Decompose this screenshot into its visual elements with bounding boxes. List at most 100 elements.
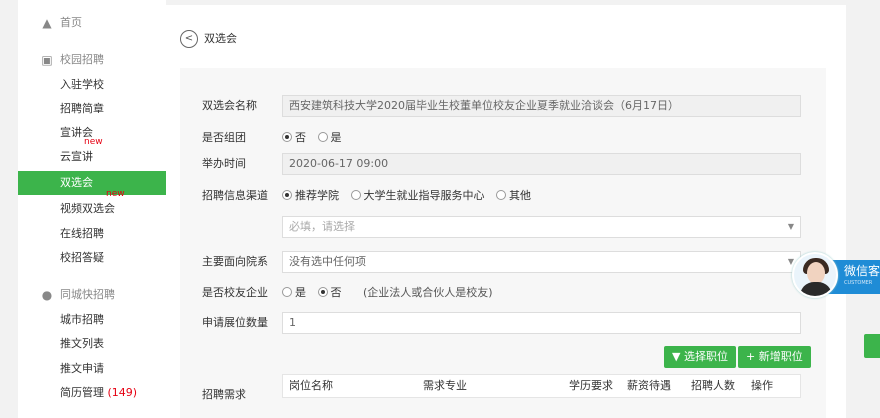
new-badge: new	[84, 137, 103, 147]
alumni-yes-option[interactable]: 是	[282, 286, 306, 299]
avatar-body	[800, 282, 832, 296]
back-button[interactable]: <	[180, 30, 198, 48]
user-icon: ●	[41, 288, 53, 302]
button-label: 新增职位	[758, 350, 803, 363]
col-actions: 操作	[751, 379, 773, 392]
sidebar-item-cloud-presentation[interactable]: 云宣讲 new	[18, 137, 166, 169]
avatar-face	[807, 262, 825, 284]
select-placeholder: 没有选中任何项	[289, 255, 366, 268]
sidebar-item-city-recruit[interactable]: 城市招聘	[18, 308, 166, 332]
time-field[interactable]: 2020-06-17 09:00	[282, 153, 801, 175]
sidebar-group-label: 校园招聘	[60, 53, 104, 66]
widget-sublabel: CUSTOMER	[844, 280, 873, 286]
radio-icon	[350, 190, 361, 200]
sidebar-item-video-fair[interactable]: 视频双选会 new	[18, 189, 166, 221]
sidebar-group-campus[interactable]: ▣ 校园招聘	[18, 48, 166, 72]
alumni-radio-group: 是 否 (企业法人或合伙人是校友)	[282, 286, 493, 300]
radio-icon	[317, 132, 328, 142]
channel-option-center[interactable]: 大学生就业指导服务中心	[350, 189, 485, 202]
sidebar-item-label: 城市招聘	[60, 313, 104, 326]
name-field[interactable]: 西安建筑科技大学2020届毕业生校董单位校友企业夏季就业洽谈会（6月17日）	[282, 95, 801, 117]
sidebar-item-qa[interactable]: 校招答疑	[18, 246, 166, 270]
option-label: 是	[330, 131, 342, 144]
group-label: 是否组团	[202, 131, 246, 144]
sidebar-item-label: 在线招聘	[60, 227, 104, 240]
option-label: 其他	[509, 189, 531, 202]
filter-icon: ▼	[672, 350, 681, 363]
sidebar-item-home[interactable]: ▲ 首页	[18, 11, 166, 35]
resume-label: 简历管理	[60, 386, 104, 399]
sidebar-item-label: 云宣讲	[60, 150, 93, 163]
new-badge: new	[106, 189, 125, 199]
sidebar-item-label: 简历管理 (149)	[60, 381, 137, 405]
agent-avatar	[792, 252, 838, 298]
sidebar-item-post-list[interactable]: 推文列表	[18, 332, 166, 356]
sidebar-group-label: 同城快招聘	[60, 288, 115, 301]
booth-label: 申请展位数量	[202, 316, 268, 329]
booth-input[interactable]: 1	[282, 312, 801, 334]
option-label: 推荐学院	[295, 189, 339, 202]
time-label: 举办时间	[202, 157, 246, 170]
radio-checked-icon	[282, 190, 292, 200]
channel-radio-group: 推荐学院 大学生就业指导服务中心 其他	[282, 189, 539, 203]
channel-option-other[interactable]: 其他	[496, 189, 531, 202]
briefcase-icon: ▣	[41, 53, 53, 67]
side-tab[interactable]	[864, 334, 880, 358]
sidebar-item-brochure[interactable]: 招聘简章	[18, 97, 166, 121]
col-position: 岗位名称	[289, 379, 333, 392]
sidebar-item-schools[interactable]: 入驻学校	[18, 73, 166, 97]
add-position-button[interactable]: + 新增职位	[738, 346, 811, 368]
page-title: 双选会	[204, 32, 237, 45]
col-salary: 薪资待遇	[627, 379, 671, 392]
group-radio-group: 否 是	[282, 131, 350, 145]
sidebar-item-resume[interactable]: 简历管理 (149)	[18, 381, 166, 405]
sidebar-item-label: 双选会	[60, 176, 93, 189]
alumni-note: (企业法人或合伙人是校友)	[363, 286, 493, 299]
option-label: 否	[330, 286, 342, 299]
col-major: 需求专业	[423, 379, 467, 392]
select-placeholder: 必填，请选择	[289, 220, 355, 233]
sidebar: ▲ 首页 ▣ 校园招聘 入驻学校 招聘简章 宣讲会 云宣讲 new 双选会 视频…	[18, 0, 166, 418]
top-divider	[166, 0, 846, 5]
form-container: 双选会名称 西安建筑科技大学2020届毕业生校董单位校友企业夏季就业洽谈会（6月…	[180, 68, 826, 418]
sidebar-item-label: 推文申请	[60, 362, 104, 375]
dept-select[interactable]: 没有选中任何项 ▼	[282, 251, 801, 273]
channel-option-college[interactable]: 推荐学院	[282, 189, 339, 202]
group-yes-option[interactable]: 是	[317, 131, 342, 144]
alumni-no-option[interactable]: 否	[317, 286, 342, 299]
sidebar-item-label: 招聘简章	[60, 102, 104, 115]
option-label: 否	[295, 131, 306, 144]
demand-table-header: 岗位名称 需求专业 学历要求 薪资待遇 招聘人数 操作	[282, 374, 801, 398]
option-label: 是	[295, 286, 306, 299]
radio-checked-icon	[317, 287, 328, 297]
sidebar-item-label: 入驻学校	[60, 78, 104, 91]
alumni-label: 是否校友企业	[202, 286, 268, 299]
chevron-left-icon: <	[184, 33, 194, 44]
select-position-button[interactable]: ▼ 选择职位	[664, 346, 736, 368]
home-icon: ▲	[42, 16, 52, 30]
sidebar-item-label: 推文列表	[60, 337, 104, 350]
channel-select[interactable]: 必填，请选择 ▼	[282, 216, 801, 238]
col-headcount: 招聘人数	[691, 379, 735, 392]
dept-label: 主要面向院系	[202, 255, 268, 268]
button-label: 选择职位	[683, 350, 728, 363]
main-panel: < 双选会 双选会名称 西安建筑科技大学2020届毕业生校董单位校友企业夏季就业…	[166, 0, 846, 418]
sidebar-item-online[interactable]: 在线招聘	[18, 222, 166, 246]
caret-down-icon: ▼	[787, 222, 794, 231]
demand-label: 招聘需求	[202, 388, 246, 401]
customer-service-widget[interactable]: 微信客 CUSTOMER	[792, 252, 880, 298]
sidebar-item-label: 校招答疑	[60, 251, 104, 264]
radio-icon	[282, 287, 292, 297]
widget-label: 微信客	[844, 264, 880, 278]
radio-checked-icon	[282, 132, 292, 142]
sidebar-item-label: 首页	[60, 16, 82, 29]
plus-icon: +	[746, 350, 756, 363]
resume-count: (149)	[107, 386, 138, 399]
sidebar-item-label: 视频双选会	[60, 202, 115, 215]
name-label: 双选会名称	[202, 99, 257, 112]
group-no-option[interactable]: 否	[282, 131, 306, 144]
sidebar-group-city[interactable]: ● 同城快招聘	[18, 283, 166, 307]
sidebar-item-post-apply[interactable]: 推文申请	[18, 357, 166, 381]
radio-icon	[496, 190, 506, 200]
sidebar-item-job-fair[interactable]: 双选会	[18, 171, 166, 195]
